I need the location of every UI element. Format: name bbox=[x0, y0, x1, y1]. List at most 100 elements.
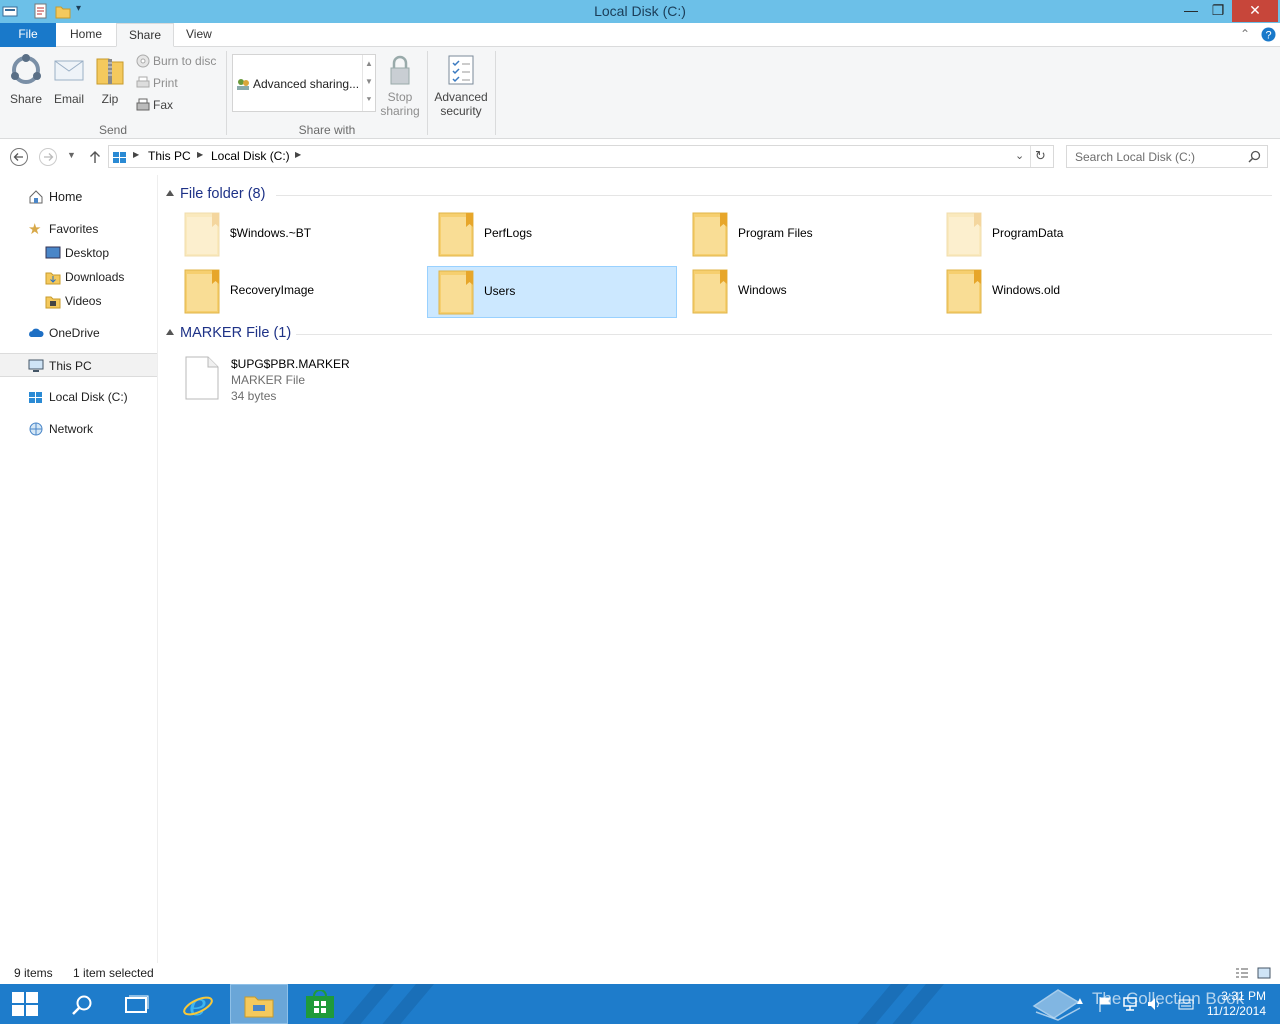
network-status-icon[interactable] bbox=[1122, 996, 1138, 1012]
file-item-marker[interactable]: $UPG$PBR.MARKER MARKER File 34 bytes bbox=[184, 355, 434, 403]
large-icons-view-icon[interactable] bbox=[1257, 966, 1271, 980]
folder-item[interactable]: Windows.old bbox=[946, 266, 1196, 318]
maximize-button[interactable]: ❐ bbox=[1203, 0, 1233, 22]
folder-item[interactable]: $Windows.~BT bbox=[184, 209, 434, 261]
advanced-security-label-2: security bbox=[440, 104, 482, 118]
group-separator bbox=[495, 51, 496, 135]
fax-icon bbox=[136, 98, 150, 111]
share-with-group-label: Share with bbox=[298, 123, 356, 137]
show-hidden-icons-icon[interactable]: ▲ bbox=[1075, 996, 1085, 1007]
task-view-button[interactable] bbox=[110, 984, 168, 1024]
folder-item[interactable]: ProgramData bbox=[946, 209, 1196, 261]
collapse-group-icon[interactable] bbox=[166, 329, 174, 335]
stop-sharing-button[interactable]: Stop sharing bbox=[378, 53, 422, 118]
folder-group-header[interactable]: File folder (8) bbox=[166, 186, 265, 202]
clock[interactable]: 3:31 PM 11/12/2014 bbox=[1207, 989, 1266, 1019]
folder-name: Program Files bbox=[738, 226, 813, 240]
selection-count: 1 item selected bbox=[73, 966, 154, 980]
group-separator bbox=[427, 51, 428, 135]
forward-icon[interactable] bbox=[38, 147, 58, 167]
nav-item-downloads[interactable]: Downloads bbox=[0, 265, 157, 289]
clock-date: 11/12/2014 bbox=[1206, 1004, 1266, 1018]
nav-item-this-pc[interactable]: This PC bbox=[0, 353, 157, 377]
tab-view[interactable]: View bbox=[174, 23, 224, 47]
fax-button[interactable]: Fax bbox=[136, 98, 173, 112]
group-divider bbox=[296, 334, 1272, 335]
marker-group-title: MARKER File (1) bbox=[180, 325, 292, 341]
folder-item[interactable]: Program Files bbox=[692, 209, 942, 261]
zip-button[interactable]: Zip bbox=[92, 53, 128, 106]
nav-item-local-disk[interactable]: Local Disk (C:) bbox=[0, 385, 157, 409]
keyboard-icon[interactable] bbox=[1178, 996, 1194, 1012]
collapse-ribbon-icon[interactable]: ⌃ bbox=[1240, 27, 1250, 41]
close-button[interactable]: ✕ bbox=[1232, 0, 1278, 22]
taskbar-search-button[interactable] bbox=[56, 984, 114, 1024]
marker-group-header[interactable]: MARKER File (1) bbox=[166, 325, 291, 341]
file-explorer-icon bbox=[244, 996, 274, 1018]
share-button[interactable]: Share bbox=[6, 53, 46, 106]
nav-item-network[interactable]: Network bbox=[0, 417, 157, 441]
folder-name: $Windows.~BT bbox=[230, 226, 312, 240]
nav-item-home[interactable]: Home bbox=[0, 185, 157, 209]
help-icon[interactable]: ? bbox=[1261, 27, 1276, 42]
folder-name: Windows.old bbox=[992, 283, 1061, 297]
advanced-sharing-label: Advanced sharing... bbox=[253, 77, 360, 91]
nav-label-downloads: Downloads bbox=[65, 270, 125, 284]
drive-icon bbox=[29, 392, 42, 403]
folder-item[interactable]: PerfLogs bbox=[438, 209, 688, 261]
navigation-pane: Home ★ Favorites Desktop Downloads Video… bbox=[0, 175, 158, 963]
zip-icon bbox=[96, 58, 124, 85]
nav-label-local-disk: Local Disk (C:) bbox=[49, 390, 128, 404]
start-button[interactable] bbox=[0, 984, 58, 1024]
gallery-scroll[interactable]: ▲ ▼ ⯆ bbox=[362, 55, 375, 111]
tab-home[interactable]: Home bbox=[58, 23, 114, 47]
details-view-icon[interactable] bbox=[1235, 966, 1249, 980]
breadcrumb-chevron-icon[interactable]: ▶ bbox=[197, 150, 203, 159]
search-icon[interactable] bbox=[1248, 150, 1261, 163]
share-with-gallery[interactable]: Advanced sharing... ▲ ▼ ⯆ bbox=[232, 54, 376, 112]
volume-icon[interactable] bbox=[1146, 996, 1162, 1012]
folder-item[interactable]: RecoveryImage bbox=[184, 266, 434, 318]
folder-item[interactable]: Windows bbox=[692, 266, 942, 318]
email-icon bbox=[54, 60, 84, 81]
up-icon[interactable] bbox=[85, 147, 105, 167]
internet-explorer-icon: e bbox=[183, 988, 213, 1020]
breadcrumb-chevron-icon[interactable]: ▶ bbox=[295, 150, 301, 159]
minimize-button[interactable]: — bbox=[1176, 0, 1206, 22]
search-placeholder: Search Local Disk (C:) bbox=[1075, 150, 1196, 164]
breadcrumb-chevron-icon[interactable]: ▶ bbox=[133, 150, 139, 159]
address-dropdown-icon[interactable]: ⌄ bbox=[1015, 149, 1024, 162]
refresh-icon[interactable]: ↻ bbox=[1035, 148, 1046, 164]
folder-item[interactable]: Users bbox=[427, 266, 677, 318]
collapse-group-icon[interactable] bbox=[166, 190, 174, 196]
nav-item-favorites[interactable]: ★ Favorites bbox=[0, 217, 157, 241]
advanced-security-button[interactable]: Advanced security bbox=[432, 53, 490, 118]
address-bar[interactable]: ▶ This PC ▶ Local Disk (C:) ▶ ⌄ ↻ bbox=[108, 145, 1054, 168]
nav-label-this-pc: This PC bbox=[49, 359, 92, 373]
nav-item-videos[interactable]: Videos bbox=[0, 289, 157, 313]
tab-share[interactable]: Share bbox=[116, 23, 175, 47]
tab-file[interactable]: File bbox=[0, 23, 56, 47]
email-button[interactable]: Email bbox=[50, 53, 88, 106]
folder-name: PerfLogs bbox=[484, 226, 533, 240]
recent-locations-icon[interactable]: ▼ bbox=[67, 150, 76, 160]
task-view-icon bbox=[125, 995, 149, 1013]
action-center-flag-icon[interactable] bbox=[1098, 996, 1112, 1012]
security-checklist-icon bbox=[448, 55, 474, 85]
disc-icon bbox=[136, 54, 150, 68]
search-box[interactable]: Search Local Disk (C:) bbox=[1066, 145, 1268, 168]
breadcrumb-local-disk[interactable]: Local Disk (C:) bbox=[211, 149, 290, 163]
store-button[interactable] bbox=[292, 984, 350, 1024]
internet-explorer-button[interactable]: e bbox=[170, 984, 228, 1024]
nav-item-onedrive[interactable]: OneDrive bbox=[0, 321, 157, 345]
nav-item-desktop[interactable]: Desktop bbox=[0, 241, 157, 265]
svg-text:e: e bbox=[189, 988, 207, 1020]
back-icon[interactable] bbox=[9, 147, 29, 167]
advanced-sharing-item[interactable]: Advanced sharing... bbox=[236, 77, 359, 91]
burn-to-disc-button[interactable]: Burn to disc bbox=[136, 54, 216, 68]
print-button[interactable]: Print bbox=[136, 76, 178, 90]
breadcrumb-this-pc[interactable]: This PC bbox=[148, 149, 191, 163]
lock-icon bbox=[390, 55, 410, 85]
file-name: $UPG$PBR.MARKER bbox=[231, 357, 350, 371]
file-explorer-button[interactable] bbox=[230, 984, 288, 1024]
